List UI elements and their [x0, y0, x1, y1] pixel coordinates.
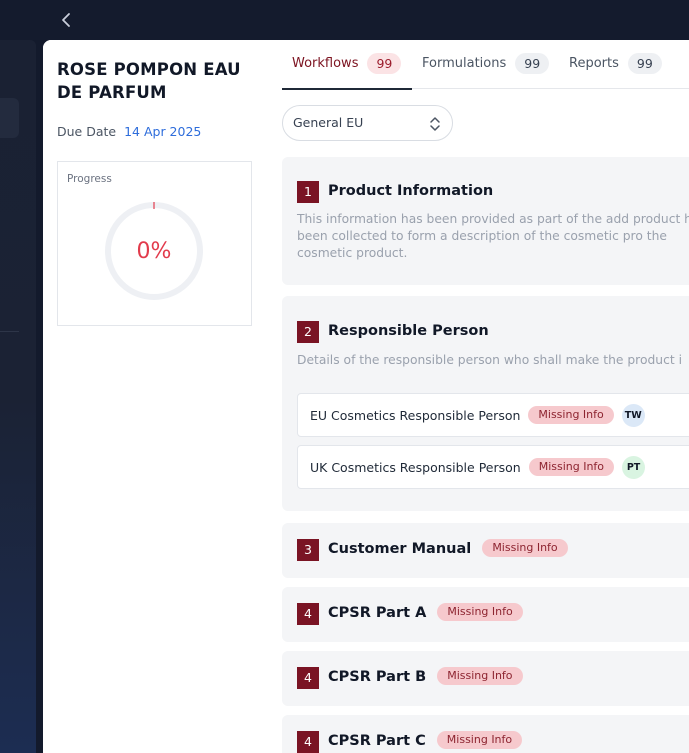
- tab-workflows-count: 99: [367, 53, 402, 74]
- section-product-information[interactable]: 1 Product Information This information h…: [282, 157, 689, 285]
- sub-row-label: UK Cosmetics Responsible Person: [310, 459, 521, 475]
- section-cpsr-part-a[interactable]: 4 CPSR Part A Missing Info: [282, 587, 689, 642]
- status-badge: Missing Info: [436, 731, 523, 749]
- main-content: Workflows 99 Formulations 99 Reports 99 …: [266, 40, 689, 753]
- product-detail-sheet: ROSE POMPON EAU DE PARFUM Due Date 14 Ap…: [43, 40, 689, 753]
- status-badge: Missing Info: [437, 667, 523, 685]
- section-title: CPSR Part C Missing Info: [328, 731, 523, 749]
- background-field: [0, 98, 19, 138]
- step-number: 3: [297, 539, 319, 561]
- back-button[interactable]: [58, 10, 74, 30]
- section-cpsr-part-b[interactable]: 4 CPSR Part B Missing Info: [282, 651, 689, 706]
- step-number: 1: [297, 181, 319, 203]
- product-summary: ROSE POMPON EAU DE PARFUM Due Date 14 Ap…: [43, 40, 266, 753]
- uk-responsible-person-row[interactable]: UK Cosmetics Responsible Person Missing …: [297, 445, 689, 489]
- step-number: 4: [297, 603, 319, 625]
- section-title: Customer Manual Missing Info: [328, 539, 568, 557]
- eu-responsible-person-row[interactable]: EU Cosmetics Responsible Person Missing …: [297, 393, 689, 437]
- tab-bar: Workflows 99 Formulations 99 Reports 99: [282, 40, 689, 90]
- section-title-text: CPSR Part C: [328, 733, 426, 749]
- section-title-text: CPSR Part B: [328, 669, 427, 685]
- due-date-label: Due Date: [57, 124, 117, 139]
- avatar: TW: [621, 403, 645, 427]
- due-date-value: 14 Apr 2025: [124, 124, 202, 139]
- section-title-text: Customer Manual: [328, 541, 472, 557]
- status-badge: Missing Info: [437, 603, 523, 621]
- progress-label: Progress: [67, 173, 112, 185]
- top-bar: [0, 0, 689, 40]
- sub-row-label: EU Cosmetics Responsible Person: [310, 407, 521, 423]
- tab-reports[interactable]: Reports 99: [569, 53, 662, 89]
- section-title: Product Information: [328, 183, 494, 199]
- tab-formulations[interactable]: Formulations 99: [422, 53, 550, 89]
- section-responsible-person[interactable]: 2 Responsible Person Details of the resp…: [282, 296, 689, 511]
- due-date-row: Due Date 14 Apr 2025: [57, 124, 201, 139]
- section-title-text: CPSR Part A: [328, 605, 427, 621]
- avatar: PT: [622, 455, 646, 479]
- section-customer-manual[interactable]: 3 Customer Manual Missing Info: [282, 523, 689, 578]
- chevron-left-icon: [62, 13, 70, 27]
- progress-percent: 0%: [136, 238, 172, 264]
- product-title: ROSE POMPON EAU DE PARFUM: [57, 60, 241, 102]
- section-description: Details of the responsible person who sh…: [297, 353, 682, 367]
- tab-reports-label: Reports: [569, 56, 619, 71]
- background-panel: [0, 40, 36, 753]
- tab-workflows-label: Workflows: [292, 56, 359, 71]
- status-badge: Missing Info: [528, 458, 615, 476]
- tab-workflows[interactable]: Workflows 99: [282, 53, 412, 90]
- region-select-value: General EU: [293, 115, 364, 130]
- section-title: Responsible Person: [328, 323, 489, 339]
- step-number: 2: [297, 321, 319, 343]
- section-cpsr-part-c[interactable]: 4 CPSR Part C Missing Info: [282, 715, 689, 753]
- section-title: CPSR Part B Missing Info: [328, 667, 523, 685]
- background-divider: [0, 331, 19, 332]
- status-badge: Missing Info: [482, 539, 568, 557]
- tab-formulations-label: Formulations: [422, 56, 507, 71]
- section-description: This information has been provided as pa…: [297, 212, 689, 260]
- region-select[interactable]: General EU: [282, 105, 453, 141]
- step-number: 4: [297, 667, 319, 689]
- chevron-up-down-icon: [430, 117, 440, 131]
- step-number: 4: [297, 731, 319, 753]
- status-badge: Missing Info: [528, 406, 614, 424]
- section-title: CPSR Part A Missing Info: [328, 603, 523, 621]
- tab-formulations-count: 99: [515, 53, 550, 74]
- tab-reports-count: 99: [627, 53, 662, 74]
- progress-card: Progress 0%: [57, 161, 252, 326]
